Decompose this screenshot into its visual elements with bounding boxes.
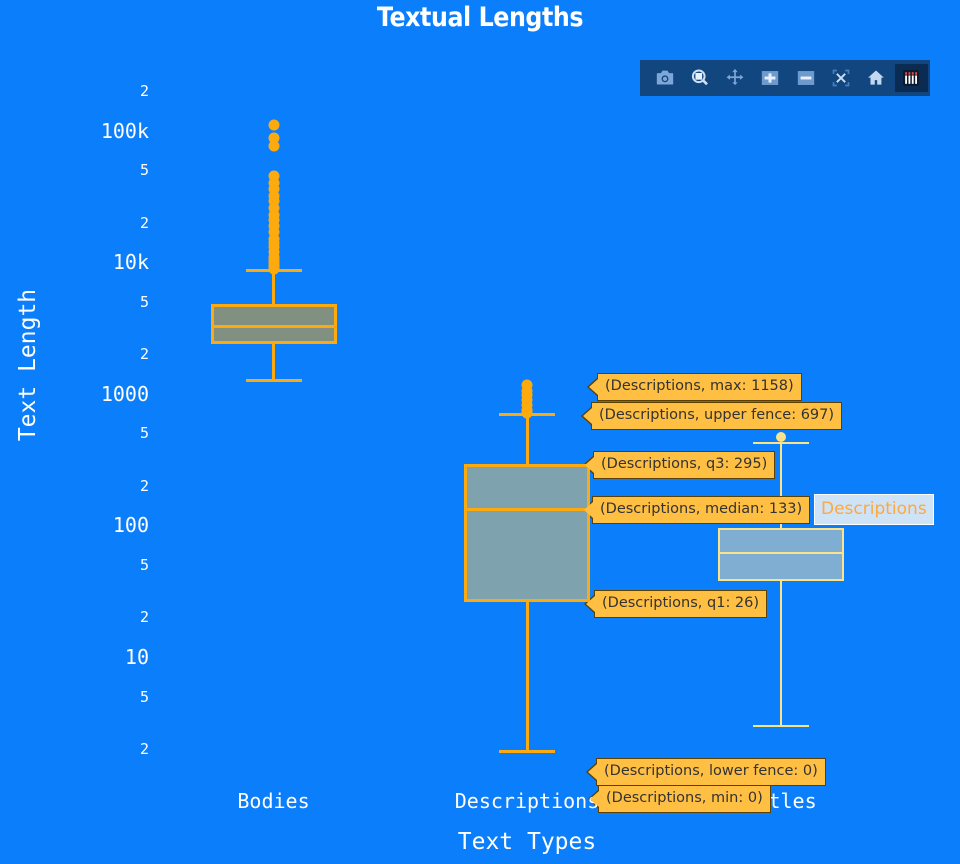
plotly-modebar[interactable]: [640, 60, 930, 96]
y-tick-label: 5: [139, 424, 149, 443]
y-tick-label: 5: [139, 161, 149, 180]
annotation-q1: (Descriptions, q1: 26): [584, 590, 768, 618]
toggle-spike-lines-icon[interactable]: [894, 64, 928, 92]
outlier-point: [775, 431, 786, 442]
annotation-text: (Descriptions, q3: 295): [601, 456, 768, 472]
annotation-max: (Descriptions, max: 1158): [587, 373, 802, 401]
y-tick-label: 5: [139, 687, 149, 706]
annotation-text: (Descriptions, q1: 26): [602, 595, 760, 611]
annotation-arrow: [590, 790, 599, 807]
box-titles[interactable]: [717, 527, 844, 581]
annotation-min: (Descriptions, min: 0): [588, 785, 771, 813]
whisker-lower: [525, 602, 529, 752]
pan-icon[interactable]: [719, 64, 752, 92]
whisker-cap-lower: [499, 750, 555, 754]
download-plot-icon[interactable]: [648, 64, 681, 92]
outlier-point: [521, 407, 533, 419]
annotation-arrow: [584, 501, 593, 518]
y-tick-label: 100: [112, 513, 149, 538]
median-line: [464, 507, 590, 511]
annotation-arrow: [585, 456, 594, 473]
chart-title: Textual Lengths: [376, 2, 584, 33]
y-tick-label: 10k: [112, 250, 149, 275]
box-descriptions[interactable]: [464, 463, 590, 603]
zoom-icon[interactable]: [683, 64, 716, 92]
whisker-cap-lower: [752, 724, 809, 727]
median-line: [717, 551, 844, 554]
y-tick-label: 2: [139, 608, 149, 627]
y-tick-label: 5: [139, 292, 149, 311]
y-tick-label: 2: [139, 476, 149, 495]
outlier-point: [268, 140, 279, 152]
median-line: [210, 324, 337, 328]
annotation-text: (Descriptions, max: 1158): [605, 378, 794, 394]
y-tick-label: 100k: [100, 118, 149, 143]
x-tick-label: Descriptions: [454, 789, 600, 813]
outlier-point: [268, 263, 279, 275]
whisker-cap-lower: [245, 379, 302, 383]
annotation-lower-fence: (Descriptions, lower fence: 0): [586, 758, 826, 786]
annotation-arrow: [586, 595, 595, 612]
x-tick-label: Bodies: [237, 789, 310, 813]
zoom-in-icon[interactable]: [754, 64, 787, 92]
annotation-arrow: [583, 407, 592, 424]
annotation-q3: (Descriptions, q3: 295): [583, 451, 776, 479]
whisker-lower: [272, 344, 275, 381]
annotation-text: (Descriptions, lower fence: 0): [604, 763, 818, 779]
y-tick-label: 2: [139, 82, 149, 100]
annotation-text: (Descriptions, min: 0): [606, 790, 763, 806]
x-axis-title: Text Types: [457, 829, 597, 855]
zoom-out-icon[interactable]: [789, 64, 822, 92]
y-tick-label: 10: [124, 645, 149, 669]
y-tick-label: 1000: [100, 381, 149, 406]
whisker-upper: [272, 270, 275, 305]
y-tick-label: 2: [139, 213, 149, 232]
annotation-median: (Descriptions, median: 133): [582, 496, 811, 524]
annotation-arrow: [589, 378, 598, 395]
y-tick-label: 2: [139, 740, 149, 758]
annotation-text: (Descriptions, median: 133): [600, 501, 803, 517]
outlier-point: [268, 119, 279, 131]
plot-area: Textual Lengths Text Length Text Types 2…: [0, 0, 960, 864]
whisker-lower: [779, 580, 782, 726]
hover-axis-label: Descriptions: [814, 494, 934, 525]
y-tick-label: 2: [139, 345, 149, 364]
autoscale-icon[interactable]: [824, 64, 857, 92]
reset-axes-icon[interactable]: [860, 64, 893, 92]
whisker-upper: [525, 414, 529, 464]
whisker-cap-upper: [752, 442, 809, 445]
annotation-arrow: [588, 763, 597, 780]
y-tick-label: 5: [139, 556, 149, 575]
y-axis-title: Text Length: [15, 288, 41, 442]
annotation-upper-fence: (Descriptions, upper fence: 697): [581, 402, 843, 430]
annotation-text: (Descriptions, upper fence: 697): [599, 407, 835, 423]
